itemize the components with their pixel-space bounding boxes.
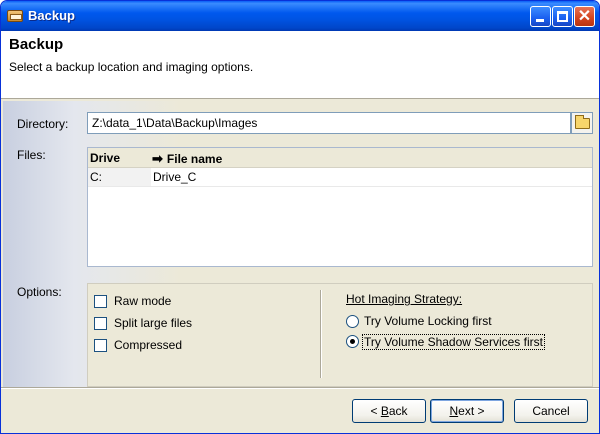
cancel-button[interactable]: Cancel [514, 399, 588, 423]
maximize-icon [557, 11, 568, 22]
arrow-right-icon: ➡ [152, 151, 163, 166]
options-divider [320, 290, 322, 378]
browse-button[interactable] [571, 112, 593, 134]
volume-locking-label: Try Volume Locking first [364, 314, 492, 328]
next-button[interactable]: Next > [430, 399, 504, 423]
close-button[interactable]: ✕ [574, 6, 595, 27]
files-label: Files: [17, 148, 46, 162]
files-list[interactable]: Drive ➡ File name C: Drive_C [87, 147, 593, 267]
hot-imaging-title: Hot Imaging Strategy: [346, 292, 463, 306]
split-large-files-label: Split large files [114, 316, 193, 330]
wizard-header: Backup Select a backup location and imag… [1, 31, 599, 99]
close-icon: ✕ [577, 8, 592, 25]
column-file-name-label: File name [166, 152, 223, 166]
minimize-button[interactable] [530, 6, 551, 27]
next-mnemonic: N [449, 404, 459, 418]
wizard-content: Directory: Z:\data_1\Data\Backup\Images … [3, 101, 597, 387]
maximize-button[interactable] [552, 6, 573, 27]
radio-button-selected[interactable] [346, 335, 359, 348]
column-drive[interactable]: Drive [90, 151, 120, 165]
files-header: Drive ➡ File name [88, 148, 592, 168]
footer-separator [1, 387, 599, 389]
folder-icon [575, 115, 590, 129]
back-prefix: < [370, 404, 381, 418]
directory-label: Directory: [17, 117, 69, 131]
options-label: Options: [17, 285, 62, 299]
file-name-cell[interactable]: Drive_C [153, 170, 196, 184]
directory-input[interactable]: Z:\data_1\Data\Backup\Images [87, 112, 571, 134]
options-group: Raw mode Split large files Compressed Ho… [87, 283, 593, 387]
checkbox-box[interactable] [94, 339, 107, 352]
column-file-name[interactable]: ➡ File name [152, 151, 222, 167]
backup-window: Backup ✕ Backup Select a backup location… [0, 0, 600, 434]
minimize-icon [536, 19, 544, 22]
page-subtitle: Select a backup location and imaging opt… [9, 60, 254, 74]
back-mnemonic: B [380, 404, 389, 418]
window-title: Backup [28, 8, 75, 23]
checkbox-box[interactable] [94, 295, 107, 308]
radio-button[interactable] [346, 315, 359, 328]
back-button[interactable]: < Back [352, 399, 426, 423]
table-row[interactable]: C: Drive_C [88, 168, 592, 187]
compressed-label: Compressed [114, 338, 183, 352]
next-label: ext > [458, 404, 485, 418]
raw-mode-label: Raw mode [114, 294, 172, 308]
page-title: Backup [9, 36, 64, 53]
volume-shadow-label: Try Volume Shadow Services first [362, 334, 545, 350]
checkbox-box[interactable] [94, 317, 107, 330]
title-bar[interactable]: Backup ✕ [1, 1, 599, 31]
back-label: ack [388, 404, 408, 418]
app-icon [7, 10, 23, 22]
drive-cell: C: [88, 168, 151, 186]
